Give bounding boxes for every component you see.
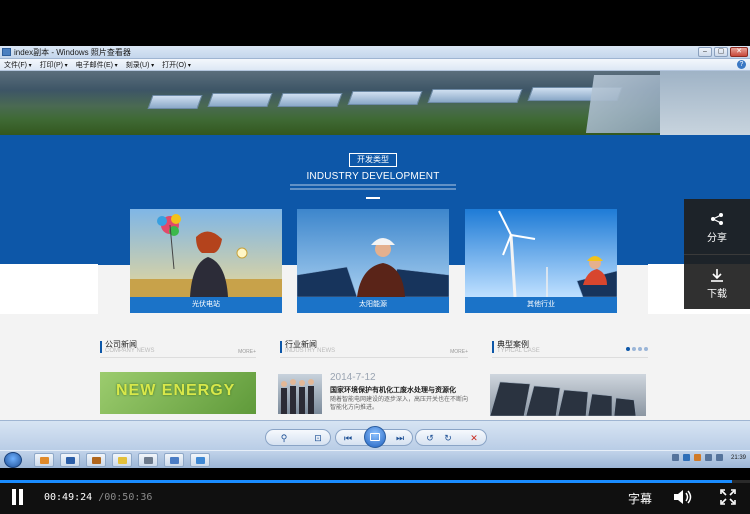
taskbar-app-ie[interactable] — [34, 453, 54, 467]
card-label: 光伏电站 — [130, 297, 282, 313]
card-solar[interactable]: 太阳能源 — [297, 209, 449, 313]
taskbar-app-doc[interactable] — [138, 453, 158, 467]
edit-group: ↺ ↻ ✕ — [415, 429, 487, 446]
video-frame: index副本 - Windows 照片查看器 – ▢ ✕ 文件(F) 打印(P… — [0, 0, 750, 514]
taskbar-app-media[interactable] — [60, 453, 80, 467]
fullscreen-icon[interactable] — [720, 489, 736, 505]
actual-size-icon[interactable]: ⊡ — [310, 432, 326, 444]
share-button[interactable]: 分享 — [684, 199, 750, 254]
minimize-button[interactable]: – — [698, 47, 712, 57]
slideshow-icon — [370, 433, 380, 441]
close-button[interactable]: ✕ — [730, 47, 748, 57]
zoom-icon[interactable]: ⚲ — [276, 432, 292, 444]
tray-shield-icon[interactable] — [682, 454, 690, 461]
section-description — [290, 184, 456, 194]
rotate-left-icon[interactable]: ↺ — [422, 432, 438, 444]
windows-taskbar: 21:39 — [0, 450, 750, 468]
article-photo — [278, 374, 322, 414]
carousel-dots[interactable] — [626, 347, 648, 351]
slideshow-button[interactable] — [364, 426, 386, 448]
tray-icon[interactable] — [671, 454, 679, 461]
progress-fill — [0, 480, 732, 483]
card-photovoltaic[interactable]: 光伏电站 — [130, 209, 282, 313]
industry-news-header: 行业新闻 INDUSTRY NEWS MORE+ — [280, 339, 468, 358]
start-button[interactable] — [4, 452, 22, 468]
current-time: 00:49:24 — [44, 492, 93, 503]
tray-volume-icon[interactable] — [715, 454, 723, 461]
menu-email[interactable]: 电子邮件(E) — [76, 60, 118, 70]
viewer-toolbar: ⚲ ⊡ ⏮ ⏭ ↺ ↻ ✕ — [0, 420, 750, 450]
taskbar-app-photo-viewer[interactable] — [190, 453, 210, 467]
subtitles-button[interactable]: 字幕 — [628, 490, 652, 507]
window-titlebar: index副本 - Windows 照片查看器 – ▢ ✕ — [0, 46, 750, 59]
playback-time: 00:49:24 /00:50:36 — [44, 492, 152, 503]
tray-app-icon[interactable] — [693, 454, 701, 461]
new-energy-image: NEW ENERGY — [100, 372, 256, 414]
typical-case-image — [490, 374, 646, 416]
photo-viewer-window: index副本 - Windows 照片查看器 – ▢ ✕ 文件(F) 打印(P… — [0, 46, 750, 468]
download-icon — [711, 269, 723, 282]
volume-icon[interactable] — [673, 489, 693, 505]
article-date: 2014-7-12 — [330, 372, 376, 383]
tray-network-icon[interactable] — [704, 454, 712, 461]
left-gutter — [0, 264, 98, 314]
next-icon[interactable]: ⏭ — [392, 432, 408, 444]
progress-bar[interactable] — [0, 480, 750, 483]
taskbar-app-tool[interactable] — [86, 453, 106, 467]
share-download-panel: 分享 下载 — [684, 199, 750, 309]
menu-file[interactable]: 文件(F) — [4, 60, 32, 70]
menu-print[interactable]: 打印(P) — [40, 60, 68, 70]
card-label: 太阳能源 — [297, 297, 449, 313]
card-other-industry[interactable]: 其他行业 — [465, 209, 617, 313]
article-headline[interactable]: 国家环境保护有机化工废水处理与资源化 — [330, 385, 456, 395]
news-subtitle: INDUSTRY NEWS — [285, 348, 336, 354]
news-subtitle: TYPICAL CASE — [497, 348, 540, 354]
share-label: 分享 — [707, 233, 727, 244]
section-divider — [366, 197, 380, 199]
maximize-button[interactable]: ▢ — [714, 47, 728, 57]
taskbar-app-folder[interactable] — [112, 453, 132, 467]
photo-viewer-icon — [2, 48, 11, 56]
company-news-header: 公司新闻 COMPANY NEWS MORE+ — [100, 339, 256, 358]
card-image-woman-pinwheel — [130, 209, 282, 297]
rotate-right-icon[interactable]: ↻ — [440, 432, 456, 444]
pause-icon — [12, 489, 16, 505]
card-image-solar-worker — [297, 209, 449, 297]
section-heading: INDUSTRY DEVELOPMENT — [306, 171, 440, 182]
hero-solar-banner — [0, 71, 750, 135]
help-icon[interactable]: ? — [737, 60, 746, 69]
taskbar-clock[interactable]: 21:39 — [731, 455, 746, 461]
window-title: index副本 - Windows 照片查看器 — [14, 48, 131, 57]
article-summary: 随着智能电网建设的逐步深入，高压开关也在不断向智能化方向推进。 — [330, 397, 469, 411]
section-tag: 开发类型 — [349, 153, 397, 167]
menu-bar: 文件(F) 打印(P) 电子邮件(E) 刻录(U) 打开(O) ? — [0, 59, 750, 71]
more-link[interactable]: MORE+ — [238, 349, 256, 355]
share-icon — [711, 213, 723, 225]
new-energy-text: NEW ENERGY — [116, 382, 236, 399]
menu-burn[interactable]: 刻录(U) — [126, 60, 154, 70]
zoom-group: ⚲ ⊡ — [265, 429, 331, 446]
download-button[interactable]: 下载 — [684, 254, 750, 309]
card-label: 其他行业 — [465, 297, 617, 313]
pause-button[interactable] — [10, 489, 24, 505]
previous-icon[interactable]: ⏮ — [340, 432, 356, 444]
total-duration: 00:50:36 — [104, 492, 153, 503]
taskbar-app-help[interactable] — [164, 453, 184, 467]
card-image-wind-turbine — [465, 209, 617, 297]
typical-case-header: 典型案例 TYPICAL CASE — [492, 339, 648, 358]
system-tray: 21:39 — [671, 454, 746, 461]
more-link[interactable]: MORE+ — [450, 349, 468, 355]
download-label: 下载 — [707, 289, 727, 300]
news-subtitle: COMPANY NEWS — [105, 348, 155, 354]
delete-icon[interactable]: ✕ — [466, 432, 482, 444]
menu-open[interactable]: 打开(O) — [162, 60, 191, 70]
